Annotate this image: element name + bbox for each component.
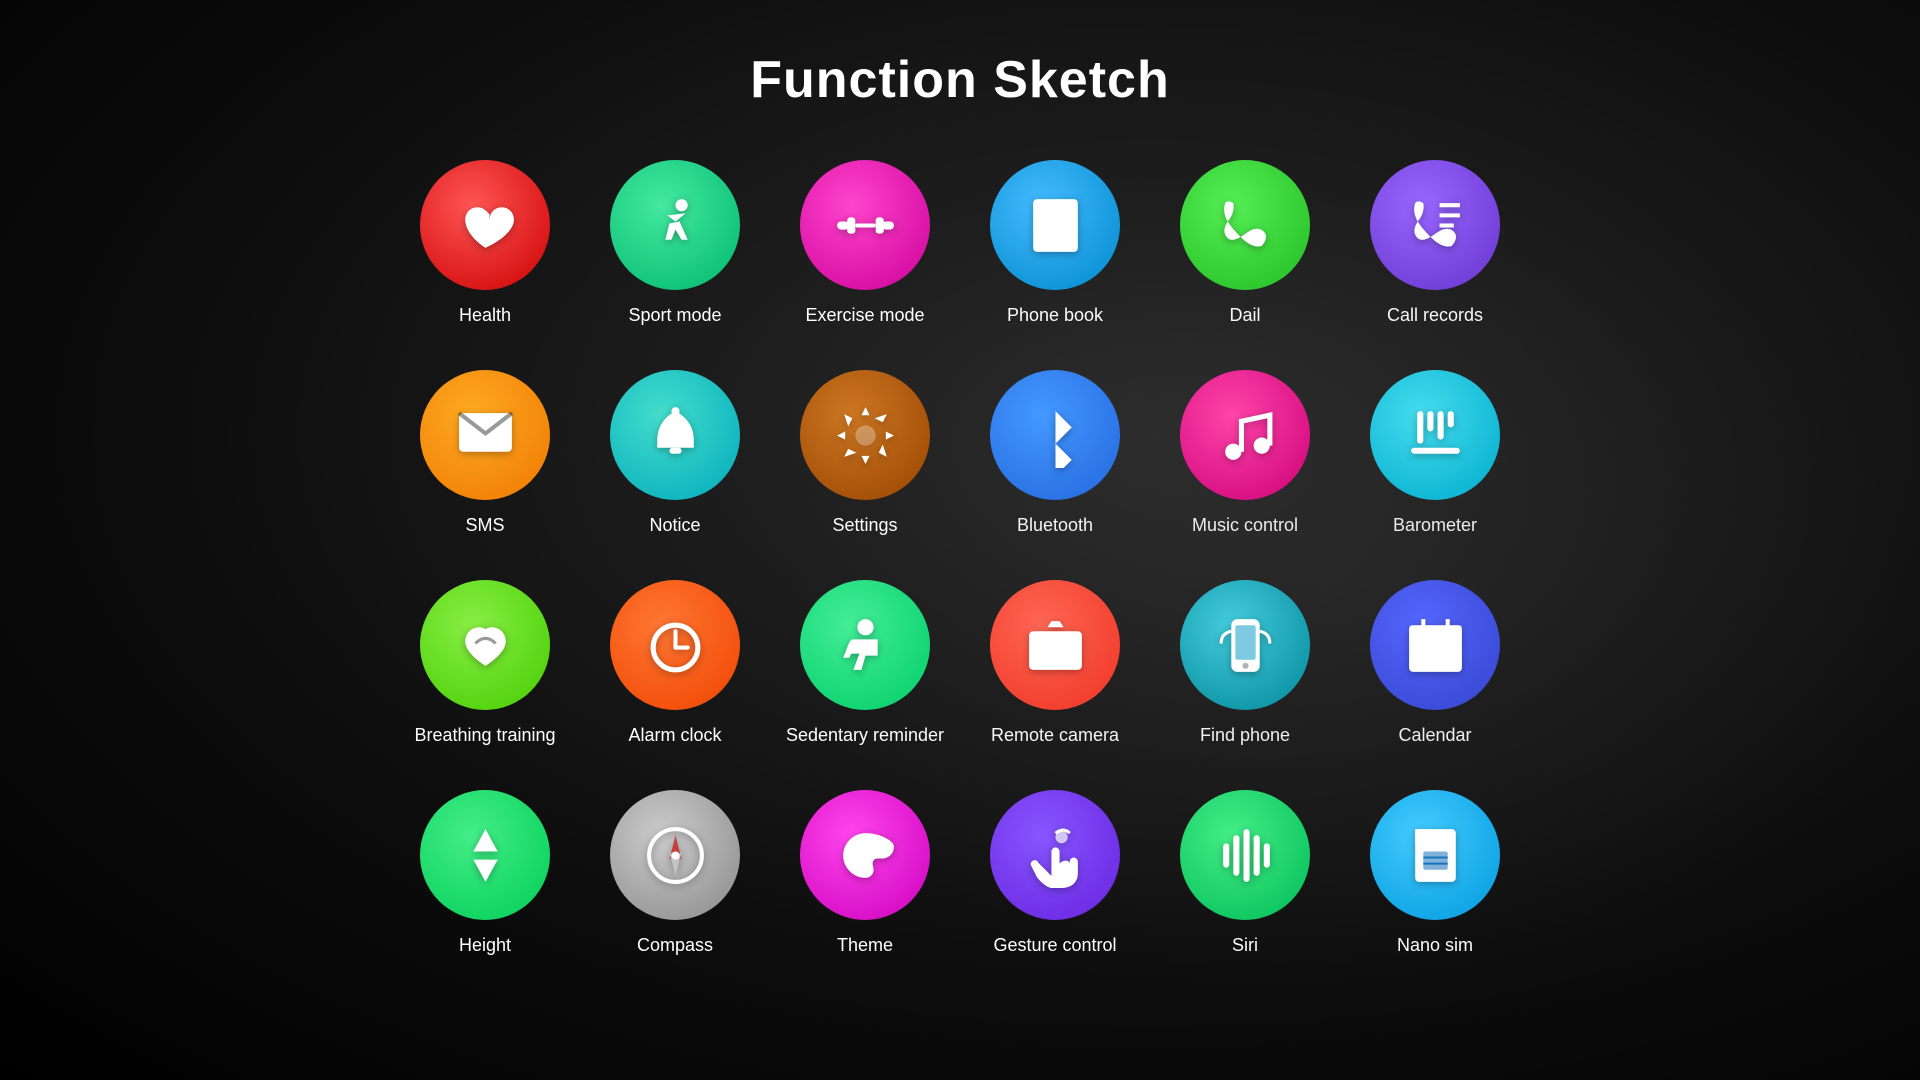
function-item-gesture-control[interactable]: Gesture control xyxy=(975,790,1135,990)
phone-book-icon xyxy=(990,160,1120,290)
bluetooth-icon xyxy=(990,370,1120,500)
phone-book-label: Phone book xyxy=(1007,304,1103,327)
function-item-notice[interactable]: Notice xyxy=(595,370,755,570)
exercise-mode-label: Exercise mode xyxy=(805,304,924,327)
function-item-breathing-training[interactable]: Breathing training xyxy=(405,580,565,780)
settings-label: Settings xyxy=(832,514,897,537)
alarm-clock-label: Alarm clock xyxy=(628,724,721,747)
function-item-health[interactable]: Health xyxy=(405,160,565,360)
function-item-calendar[interactable]: 23 Calendar xyxy=(1355,580,1515,780)
function-item-height[interactable]: Height xyxy=(405,790,565,990)
function-grid: Health Sport mode Exercise mode Phone book D… xyxy=(405,160,1515,990)
compass-label: Compass xyxy=(637,934,713,957)
barometer-label: Barometer xyxy=(1393,514,1477,537)
breathing-training-icon xyxy=(420,580,550,710)
find-phone-icon xyxy=(1180,580,1310,710)
function-item-exercise-mode[interactable]: Exercise mode xyxy=(785,160,945,360)
exercise-mode-icon xyxy=(800,160,930,290)
function-item-phone-book[interactable]: Phone book xyxy=(975,160,1135,360)
dail-label: Dail xyxy=(1229,304,1260,327)
function-item-nano-sim[interactable]: Nano sim xyxy=(1355,790,1515,990)
function-item-settings[interactable]: Settings xyxy=(785,370,945,570)
nano-sim-icon xyxy=(1370,790,1500,920)
breathing-training-label: Breathing training xyxy=(414,724,555,747)
barometer-icon xyxy=(1370,370,1500,500)
theme-icon xyxy=(800,790,930,920)
siri-icon xyxy=(1180,790,1310,920)
calendar-label: Calendar xyxy=(1398,724,1471,747)
sport-mode-icon xyxy=(610,160,740,290)
find-phone-label: Find phone xyxy=(1200,724,1290,747)
health-icon xyxy=(420,160,550,290)
dail-icon xyxy=(1180,160,1310,290)
theme-label: Theme xyxy=(837,934,893,957)
function-item-alarm-clock[interactable]: Alarm clock xyxy=(595,580,755,780)
compass-icon xyxy=(610,790,740,920)
function-item-bluetooth[interactable]: Bluetooth xyxy=(975,370,1135,570)
svg-text:23: 23 xyxy=(1423,639,1448,664)
sport-mode-label: Sport mode xyxy=(628,304,721,327)
function-item-barometer[interactable]: Barometer xyxy=(1355,370,1515,570)
page-title: Function Sketch xyxy=(750,50,1169,110)
sms-icon xyxy=(420,370,550,500)
call-records-label: Call records xyxy=(1387,304,1483,327)
gesture-control-icon xyxy=(990,790,1120,920)
sedentary-reminder-icon xyxy=(800,580,930,710)
music-control-icon xyxy=(1180,370,1310,500)
function-item-music-control[interactable]: Music control xyxy=(1165,370,1325,570)
bluetooth-label: Bluetooth xyxy=(1017,514,1093,537)
function-item-compass[interactable]: Compass xyxy=(595,790,755,990)
notice-label: Notice xyxy=(649,514,700,537)
call-records-icon xyxy=(1370,160,1500,290)
function-item-theme[interactable]: Theme xyxy=(785,790,945,990)
remote-camera-icon xyxy=(990,580,1120,710)
sedentary-reminder-label: Sedentary reminder xyxy=(786,724,944,747)
height-icon xyxy=(420,790,550,920)
nano-sim-label: Nano sim xyxy=(1397,934,1473,957)
music-control-label: Music control xyxy=(1192,514,1298,537)
function-item-sms[interactable]: SMS xyxy=(405,370,565,570)
settings-icon xyxy=(800,370,930,500)
function-item-call-records[interactable]: Call records xyxy=(1355,160,1515,360)
function-item-sport-mode[interactable]: Sport mode xyxy=(595,160,755,360)
function-item-siri[interactable]: Siri xyxy=(1165,790,1325,990)
height-label: Height xyxy=(459,934,511,957)
calendar-icon: 23 xyxy=(1370,580,1500,710)
gesture-control-label: Gesture control xyxy=(993,934,1116,957)
sms-label: SMS xyxy=(465,514,504,537)
health-label: Health xyxy=(459,304,511,327)
notice-icon xyxy=(610,370,740,500)
function-item-sedentary-reminder[interactable]: Sedentary reminder xyxy=(785,580,945,780)
remote-camera-label: Remote camera xyxy=(991,724,1119,747)
function-item-remote-camera[interactable]: Remote camera xyxy=(975,580,1135,780)
function-item-dail[interactable]: Dail xyxy=(1165,160,1325,360)
alarm-clock-icon xyxy=(610,580,740,710)
function-item-find-phone[interactable]: Find phone xyxy=(1165,580,1325,780)
siri-label: Siri xyxy=(1232,934,1258,957)
